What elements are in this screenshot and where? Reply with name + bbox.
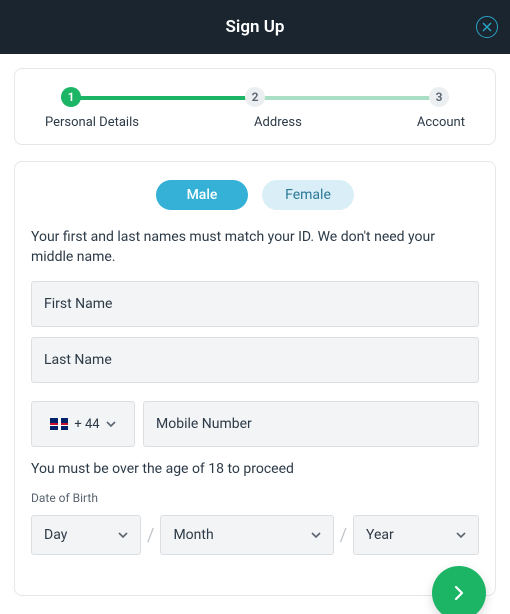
dob-day-text: Day — [44, 527, 67, 543]
page-body: 1 2 3 Personal Details Address Account M… — [0, 54, 510, 614]
dob-row: Day / Month / Year — [31, 515, 479, 555]
close-button[interactable] — [476, 16, 498, 38]
stepper-track: 1 2 3 — [51, 87, 459, 107]
gender-male-button[interactable]: Male — [156, 180, 248, 210]
first-name-input[interactable] — [31, 281, 479, 327]
chevron-down-icon — [456, 530, 466, 540]
dob-year-select[interactable]: Year — [353, 515, 479, 555]
mobile-number-input[interactable] — [143, 401, 479, 447]
form-card: Male Female Your first and last names mu… — [14, 161, 496, 596]
dob-year-text: Year — [366, 527, 394, 543]
modal-title: Sign Up — [226, 17, 285, 37]
dob-month-text: Month — [173, 527, 213, 543]
progress-stepper: 1 2 3 Personal Details Address Account — [14, 68, 496, 145]
chevron-right-icon — [451, 585, 467, 601]
age-requirement-text: You must be over the age of 18 to procee… — [31, 461, 479, 477]
step-2-node: 2 — [245, 87, 265, 107]
step-3-label: Account — [417, 115, 465, 130]
phone-row: + 44 — [31, 401, 479, 447]
modal-header: Sign Up — [0, 0, 510, 54]
dob-separator: / — [340, 525, 347, 546]
dob-day-select[interactable]: Day — [31, 515, 141, 555]
close-icon — [482, 22, 492, 32]
next-button[interactable] — [432, 566, 486, 614]
dob-label: Date of Birth — [31, 491, 479, 505]
country-code-text: + 44 — [74, 417, 99, 432]
gender-female-button[interactable]: Female — [262, 180, 354, 210]
step-1-node: 1 — [61, 87, 81, 107]
chevron-down-icon — [118, 530, 128, 540]
dob-separator: / — [147, 525, 154, 546]
step-2-label: Address — [254, 115, 302, 130]
dob-month-select[interactable]: Month — [160, 515, 333, 555]
step-labels: Personal Details Address Account — [45, 115, 465, 130]
stepper-bar-incomplete — [255, 96, 449, 100]
gender-toggle: Male Female — [31, 180, 479, 210]
last-name-input[interactable] — [31, 337, 479, 383]
step-1-label: Personal Details — [45, 115, 139, 130]
chevron-down-icon — [106, 419, 116, 429]
stepper-bar-complete — [61, 96, 255, 100]
country-code-select[interactable]: + 44 — [31, 401, 135, 447]
uk-flag-icon — [50, 418, 68, 430]
step-3-node: 3 — [429, 87, 449, 107]
chevron-down-icon — [311, 530, 321, 540]
name-hint-text: Your first and last names must match you… — [31, 228, 479, 267]
